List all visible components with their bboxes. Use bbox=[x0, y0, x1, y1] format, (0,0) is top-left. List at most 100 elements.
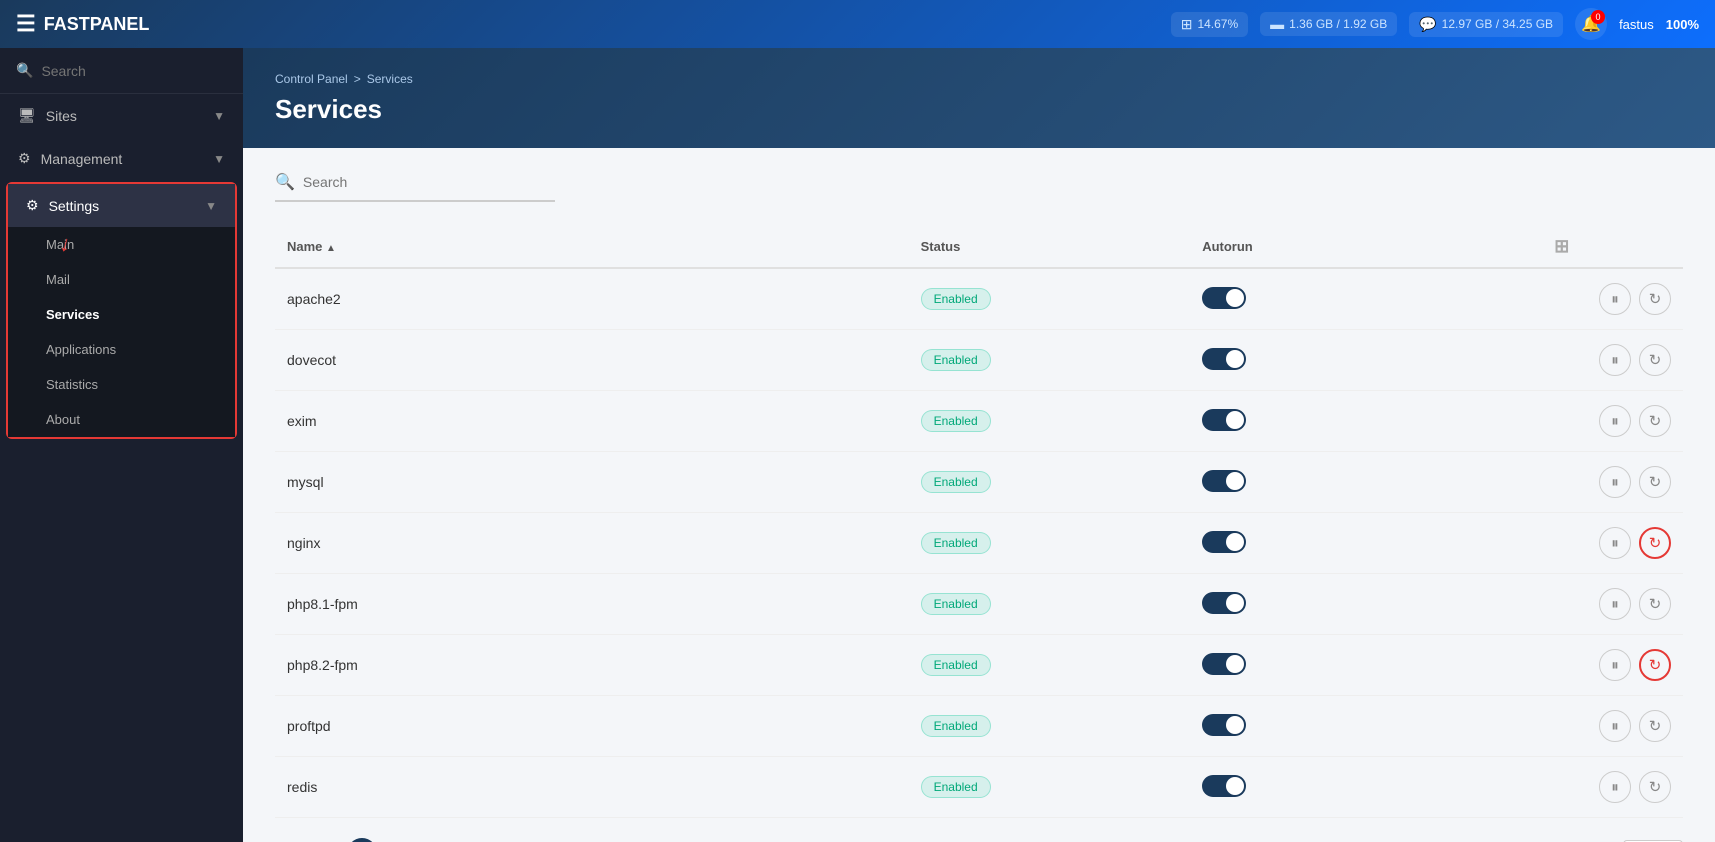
service-name: redis bbox=[275, 757, 909, 818]
sidebar-item-label-management: Management bbox=[41, 151, 123, 167]
search-icon-main: 🔍 bbox=[275, 172, 295, 192]
status-badge: Enabled bbox=[921, 593, 991, 615]
page-first-btn[interactable]: « bbox=[275, 838, 305, 842]
status-badge: Enabled bbox=[921, 654, 991, 676]
disk-stat: 💬 12.97 GB / 34.25 GB bbox=[1409, 12, 1563, 37]
pause-button[interactable]: ⏸ bbox=[1599, 710, 1631, 742]
service-status: Enabled bbox=[909, 635, 1191, 696]
applications-label: Applications bbox=[46, 342, 116, 357]
search-input[interactable] bbox=[41, 63, 227, 79]
content-area: 🔍 Name Status Autorun bbox=[243, 148, 1715, 842]
pause-button[interactable]: ⏸ bbox=[1599, 344, 1631, 376]
restart-button[interactable]: ↻ bbox=[1639, 771, 1671, 803]
service-name: proftpd bbox=[275, 696, 909, 757]
grid-view-icon[interactable]: ⊞ bbox=[1554, 236, 1569, 256]
sidebar-item-management[interactable]: ⚙ Management ▼ bbox=[0, 137, 243, 180]
service-autorun[interactable] bbox=[1190, 635, 1542, 696]
pause-button[interactable]: ⏸ bbox=[1599, 466, 1631, 498]
cpu-icon: ⊞ bbox=[1181, 16, 1193, 33]
col-header-actions: ⊞ bbox=[1542, 226, 1683, 268]
col-header-status[interactable]: Status bbox=[909, 226, 1191, 268]
restart-button[interactable]: ↻ bbox=[1639, 283, 1671, 315]
page-current-btn[interactable]: 1 bbox=[347, 838, 377, 842]
sidebar-sub-item-applications[interactable]: Applications bbox=[8, 332, 235, 367]
logo-icon: ☰ bbox=[16, 11, 36, 37]
restart-button[interactable]: ↻ bbox=[1639, 710, 1671, 742]
service-actions: ⏸ ↻ bbox=[1542, 513, 1683, 574]
user-menu[interactable]: fastus bbox=[1619, 17, 1654, 32]
pause-button[interactable]: ⏸ bbox=[1599, 649, 1631, 681]
autorun-toggle[interactable] bbox=[1202, 775, 1246, 797]
page-last-btn[interactable]: » bbox=[419, 838, 449, 842]
table-row: exim Enabled ⏸ ↻ bbox=[275, 391, 1683, 452]
sidebar-sub-item-statistics[interactable]: Statistics bbox=[8, 367, 235, 402]
service-name: nginx bbox=[275, 513, 909, 574]
service-autorun[interactable] bbox=[1190, 574, 1542, 635]
pause-button[interactable]: ⏸ bbox=[1599, 588, 1631, 620]
sidebar-item-sites[interactable]: 🖥 Sites ▼ bbox=[0, 94, 243, 137]
service-actions: ⏸ ↻ bbox=[1542, 635, 1683, 696]
service-autorun[interactable] bbox=[1190, 391, 1542, 452]
sidebar-item-label-settings: Settings bbox=[49, 198, 100, 214]
col-header-name[interactable]: Name bbox=[275, 226, 909, 268]
service-autorun[interactable] bbox=[1190, 268, 1542, 330]
table-row: php8.2-fpm Enabled ⏸ ↻ bbox=[275, 635, 1683, 696]
status-badge: Enabled bbox=[921, 776, 991, 798]
page-next-btn[interactable]: › bbox=[383, 838, 413, 842]
pause-button[interactable]: ⏸ bbox=[1599, 771, 1631, 803]
sidebar-sub-item-about[interactable]: About bbox=[8, 402, 235, 437]
service-autorun[interactable] bbox=[1190, 513, 1542, 574]
service-status: Enabled bbox=[909, 696, 1191, 757]
service-autorun[interactable] bbox=[1190, 330, 1542, 391]
service-status: Enabled bbox=[909, 391, 1191, 452]
autorun-toggle[interactable] bbox=[1202, 409, 1246, 431]
search-icon: 🔍 bbox=[16, 62, 33, 79]
service-actions: ⏸ ↻ bbox=[1542, 391, 1683, 452]
restart-button[interactable]: ↻ bbox=[1639, 588, 1671, 620]
status-badge: Enabled bbox=[921, 349, 991, 371]
status-badge: Enabled bbox=[921, 532, 991, 554]
bell-button[interactable]: 🔔 0 bbox=[1575, 8, 1607, 40]
service-autorun[interactable] bbox=[1190, 452, 1542, 513]
service-actions: ⏸ ↻ bbox=[1542, 452, 1683, 513]
autorun-toggle[interactable] bbox=[1202, 592, 1246, 614]
service-autorun[interactable] bbox=[1190, 696, 1542, 757]
restart-button[interactable]: ↻ bbox=[1639, 405, 1671, 437]
user-name: fastus bbox=[1619, 17, 1654, 32]
sidebar: 🔍 🖥 Sites ▼ ⚙ Management ▼ ⚙ Settin bbox=[0, 48, 243, 842]
autorun-toggle[interactable] bbox=[1202, 287, 1246, 309]
sidebar-item-settings[interactable]: ⚙ Settings ▼ bbox=[8, 184, 235, 227]
autorun-toggle[interactable] bbox=[1202, 470, 1246, 492]
chevron-down-icon-settings: ▼ bbox=[205, 199, 217, 213]
service-actions: ⏸ ↻ bbox=[1542, 574, 1683, 635]
autorun-toggle[interactable] bbox=[1202, 531, 1246, 553]
sidebar-search[interactable]: 🔍 bbox=[0, 48, 243, 94]
cpu-value: 14.67% bbox=[1197, 17, 1238, 31]
col-header-autorun[interactable]: Autorun bbox=[1190, 226, 1542, 268]
sidebar-sub-item-services[interactable]: Services bbox=[8, 297, 235, 332]
service-autorun[interactable] bbox=[1190, 757, 1542, 818]
autorun-toggle[interactable] bbox=[1202, 653, 1246, 675]
restart-button[interactable]: ↻ bbox=[1639, 649, 1671, 681]
ram-icon: ▬ bbox=[1270, 16, 1284, 32]
autorun-toggle[interactable] bbox=[1202, 348, 1246, 370]
pause-button[interactable]: ⏸ bbox=[1599, 405, 1631, 437]
restart-button[interactable]: ↻ bbox=[1639, 466, 1671, 498]
restart-button[interactable]: ↻ bbox=[1639, 344, 1671, 376]
services-search-input[interactable] bbox=[303, 174, 555, 190]
about-label: About bbox=[46, 412, 80, 427]
pause-button[interactable]: ⏸ bbox=[1599, 283, 1631, 315]
sidebar-sub-item-main[interactable]: Main bbox=[8, 227, 235, 262]
pagination: « ‹ 1 › » bbox=[275, 838, 449, 842]
restart-button[interactable]: ↻ bbox=[1639, 527, 1671, 559]
breadcrumb-parent[interactable]: Control Panel bbox=[275, 72, 348, 86]
autorun-toggle[interactable] bbox=[1202, 714, 1246, 736]
table-row: php8.1-fpm Enabled ⏸ ↻ bbox=[275, 574, 1683, 635]
service-name: mysql bbox=[275, 452, 909, 513]
service-actions: ⏸ ↻ bbox=[1542, 330, 1683, 391]
sidebar-sub-item-mail[interactable]: Mail bbox=[8, 262, 235, 297]
pause-button[interactable]: ⏸ bbox=[1599, 527, 1631, 559]
page-prev-btn[interactable]: ‹ bbox=[311, 838, 341, 842]
page-header: Control Panel > Services Services bbox=[243, 48, 1715, 148]
service-name: apache2 bbox=[275, 268, 909, 330]
